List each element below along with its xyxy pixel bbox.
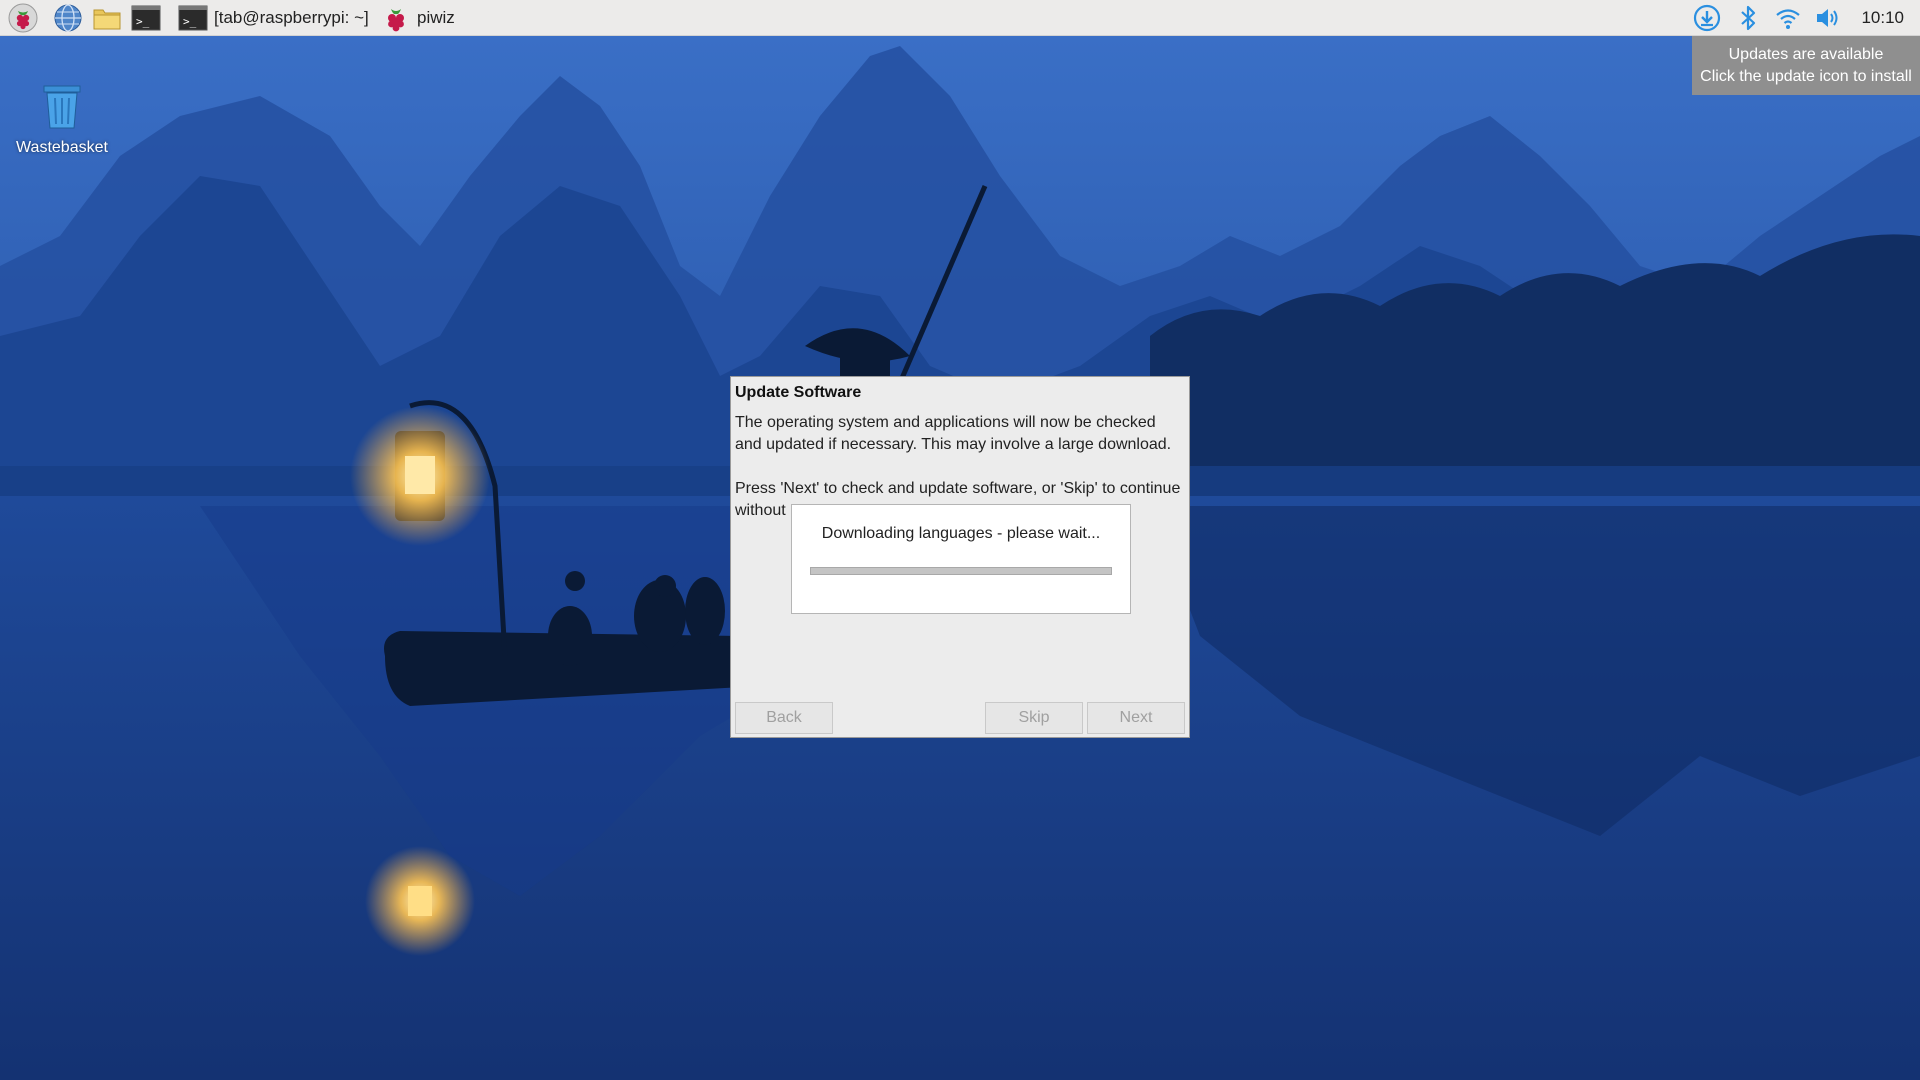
terminal-button[interactable]: >_ [131,3,161,33]
skip-button[interactable]: Skip [985,702,1083,734]
desktop-icon-wastebasket[interactable]: Wastebasket [14,84,110,157]
raspberry-icon [388,9,404,32]
back-button[interactable]: Back [735,702,833,734]
next-button[interactable]: Next [1087,702,1185,734]
progress-popup: Downloading languages - please wait... [791,504,1131,614]
notification-line-2: Click the update icon to install [1700,68,1912,85]
file-manager-icon [93,9,121,30]
bluetooth-icon[interactable] [1734,4,1762,32]
file-manager-button[interactable] [92,3,122,33]
svg-text:>_: >_ [183,15,197,28]
raspberry-menu-button[interactable] [8,3,38,33]
update-download-icon[interactable] [1693,4,1721,32]
web-browser-button[interactable] [53,3,83,33]
dialog-title: Update Software [735,384,862,401]
clock[interactable]: 10:10 [1861,8,1904,28]
wastebasket-label: Wastebasket [16,139,108,156]
taskbar-task-label: piwiz [417,8,455,27]
notification-line-1: Updates are available [1728,46,1884,63]
svg-text:>_: >_ [136,15,150,28]
terminal-icon: >_ [178,5,208,31]
web-browser-icon [54,4,82,32]
dialog-description: The operating system and applications wi… [735,414,1172,453]
update-notification[interactable]: Updates are available Click the update i… [1692,36,1920,95]
taskbar-task-piwiz[interactable]: piwiz [381,3,455,33]
taskbar-task-label: [tab@raspberrypi: ~] [214,8,369,27]
progress-message: Downloading languages - please wait... [821,525,1101,542]
taskbar-task-terminal[interactable]: >_ [tab@raspberrypi: ~] [178,3,369,33]
wifi-icon[interactable] [1774,4,1802,32]
terminal-icon: >_ [131,5,161,31]
progress-bar [810,567,1112,575]
update-software-dialog: Update Software The operating system and… [730,376,1190,738]
taskbar: >_ >_ [tab@raspberrypi: ~] piwiz 10:10 [0,0,1920,36]
wastebasket-icon [43,85,81,129]
volume-icon[interactable] [1814,4,1842,32]
raspberry-menu-icon [8,3,38,33]
